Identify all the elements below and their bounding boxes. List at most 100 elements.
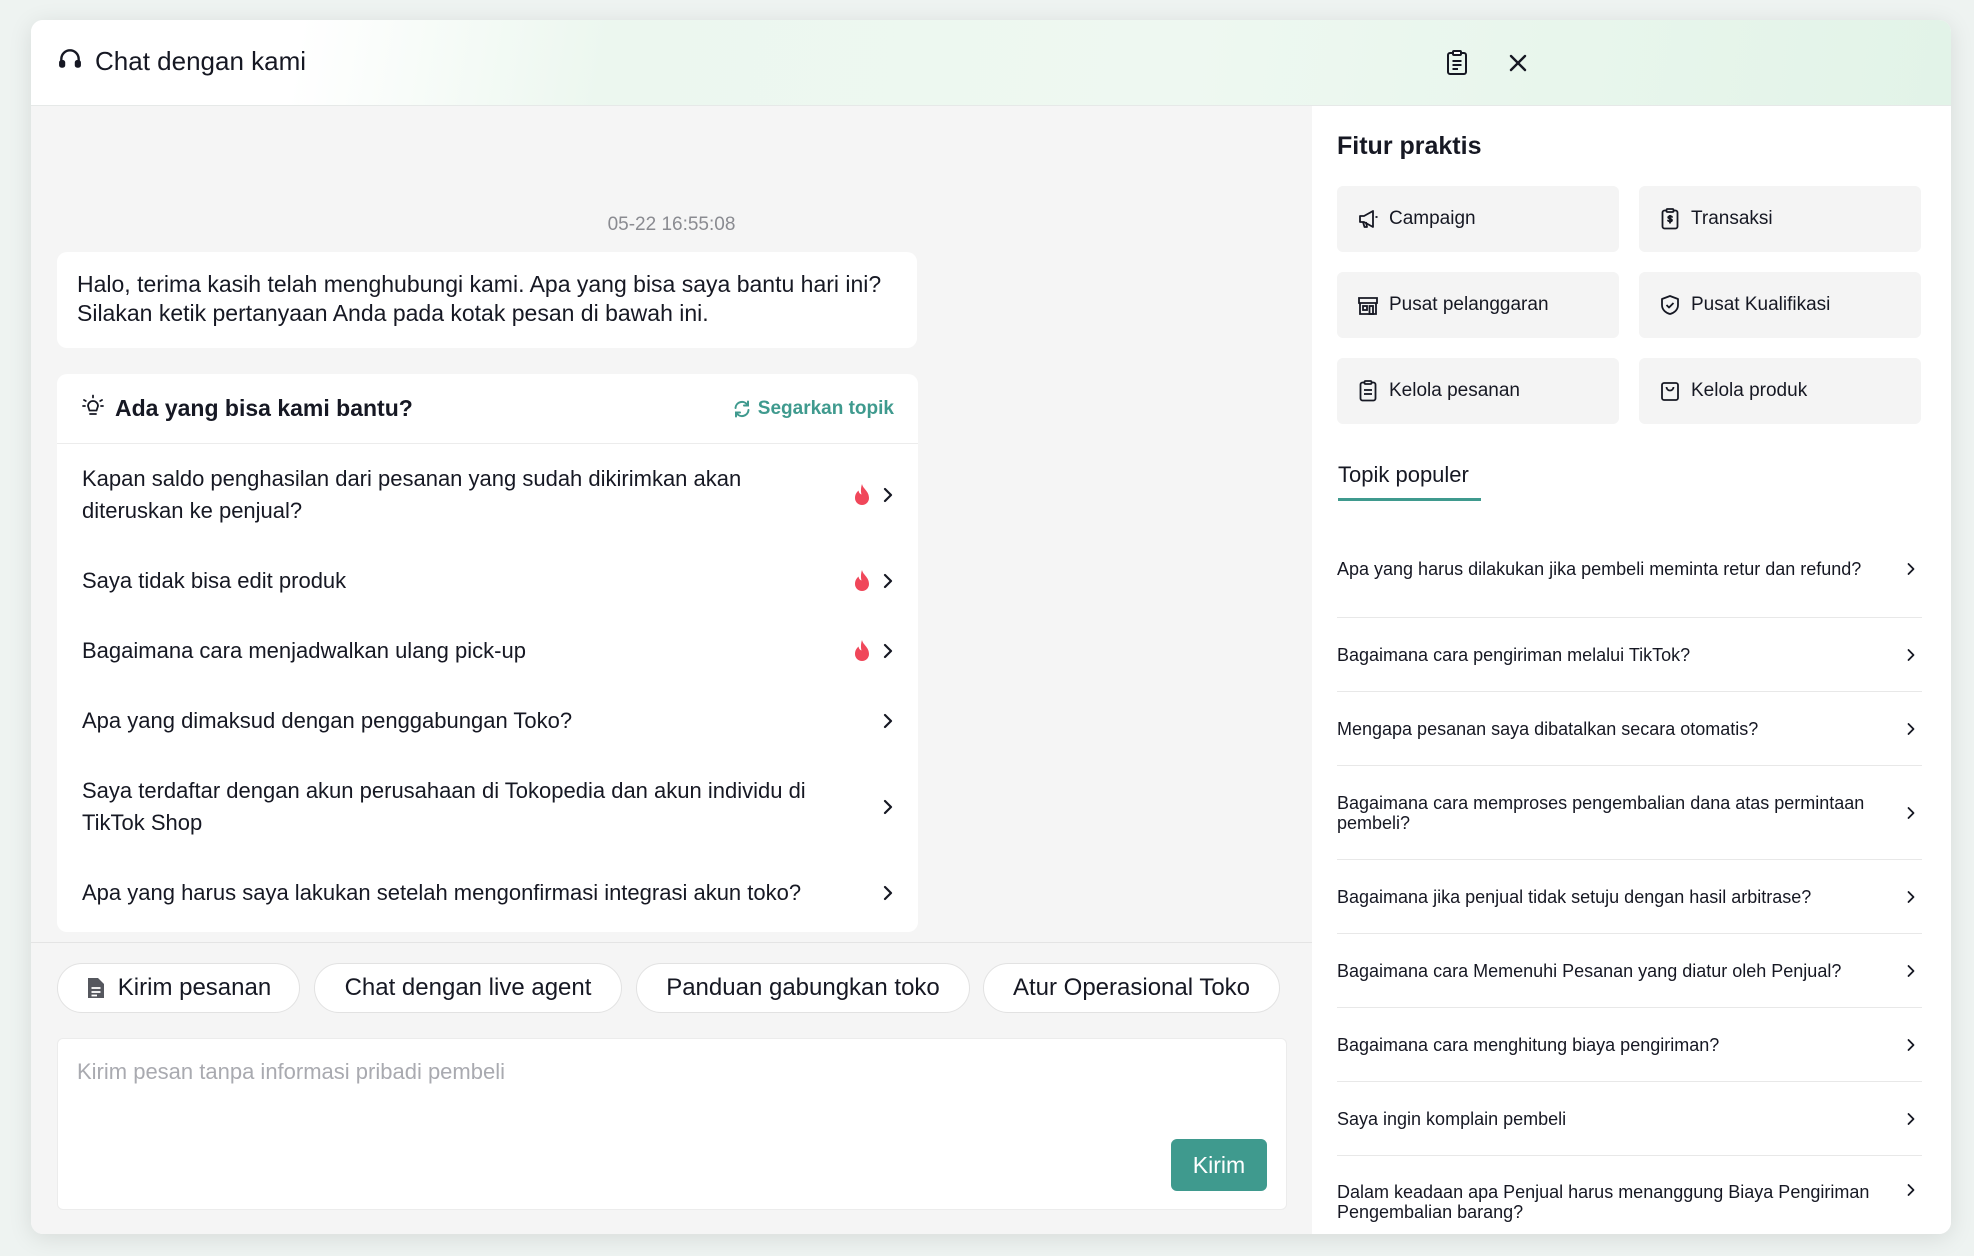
chevron-right-icon [1904, 647, 1918, 663]
quick-action-label: Panduan gabungkan toko [666, 974, 940, 1001]
popular-topic-item[interactable]: Mengapa pesanan saya dibatalkan secara o… [1337, 692, 1922, 766]
chevron-right-icon [1904, 889, 1918, 905]
feature-kelola-produk[interactable]: Kelola produk [1639, 358, 1921, 424]
suggested-question-item[interactable]: Apa yang dimaksud dengan penggabungan To… [57, 686, 918, 756]
header-title-group: Chat dengan kami [57, 46, 306, 77]
feature-label: Pusat Kualifikasi [1691, 294, 1831, 315]
popular-topic-text: Bagaimana cara pengiriman melalui TikTok… [1337, 644, 1691, 665]
chat-window: Chat dengan kami ' ' ' ' ' ' ' 05-22 16:… [31, 20, 1951, 1234]
popular-topic-item[interactable]: Apa yang harus dilakukan jika pembeli me… [1337, 520, 1922, 618]
bag-icon [1661, 382, 1679, 401]
clipboard-list-icon [1447, 50, 1467, 75]
clipboard-icon [1359, 380, 1377, 402]
fire-icon [855, 570, 869, 591]
quick-action-kirim-pesanan[interactable]: Kirim pesanan [57, 963, 300, 1013]
suggested-question-icons [852, 569, 894, 593]
suggested-question-icons [852, 483, 894, 507]
feature-campaign[interactable]: Campaign [1337, 186, 1619, 252]
suggested-question-text: Saya terdaftar dengan akun perusahaan di… [82, 778, 806, 835]
side-panel: Fitur praktis Campaign Transaksi Pusat p… [1312, 106, 1951, 1234]
chevron-right-icon [883, 487, 893, 503]
send-button[interactable]: Kirim [1171, 1139, 1267, 1191]
popular-topic-list: Apa yang harus dilakukan jika pembeli me… [1337, 520, 1922, 1234]
chat-panel: ' ' ' ' ' ' ' 05-22 16:55:08 Halo, terim… [31, 106, 1312, 1234]
chevron-right-icon [1904, 805, 1918, 821]
refresh-topics-label: Segarkan topik [757, 397, 894, 419]
feature-label: Kelola pesanan [1389, 380, 1520, 401]
features-title: Fitur praktis [1337, 132, 1482, 160]
suggested-questions-card: Ada yang bisa kami bantu? Segarkan topik… [57, 374, 918, 932]
suggested-question-item[interactable]: Kapan saldo penghasilan dari pesanan yan… [57, 444, 918, 546]
document-icon [87, 978, 104, 998]
shield-icon [1661, 295, 1679, 315]
popular-topic-item[interactable]: Bagaimana cara Memenuhi Pesanan yang dia… [1337, 934, 1922, 1008]
quick-action-label: Chat dengan live agent [344, 974, 592, 1001]
feature-pusat-pelanggaran[interactable]: Pusat pelanggaran [1337, 272, 1619, 338]
popular-topic-item[interactable]: Bagaimana cara memproses pengembalian da… [1337, 766, 1922, 860]
popular-topic-text: Saya ingin komplain pembeli [1337, 1108, 1567, 1129]
refresh-topics-button[interactable]: Segarkan topik [732, 398, 894, 420]
chevron-right-icon [883, 799, 893, 815]
suggested-question-text: Bagaimana cara menjadwalkan ulang pick-u… [82, 638, 526, 663]
suggested-questions-header: Ada yang bisa kami bantu? Segarkan topik [57, 374, 918, 444]
feature-pusat-kualifikasi[interactable]: Pusat Kualifikasi [1639, 272, 1921, 338]
chevron-right-icon [1904, 1111, 1918, 1127]
chevron-right-icon [1904, 1182, 1918, 1198]
active-tab-indicator [1338, 498, 1481, 501]
headset-icon [57, 46, 83, 77]
feature-transaksi[interactable]: Transaksi [1639, 186, 1921, 252]
popular-topic-text: Bagaimana cara memproses pengembalian da… [1337, 792, 1865, 833]
feature-label: Pusat pelanggaran [1389, 294, 1549, 315]
store-icon [1358, 297, 1378, 315]
feature-kelola-pesanan[interactable]: Kelola pesanan [1337, 358, 1619, 424]
suggested-question-list: Kapan saldo penghasilan dari pesanan yan… [57, 444, 918, 928]
popular-topic-item[interactable]: Dalam keadaan apa Penjual harus menanggu… [1337, 1156, 1922, 1234]
suggested-question-text: Apa yang harus saya lakukan setelah meng… [82, 880, 802, 905]
chevron-right-icon [883, 713, 893, 729]
feature-label: Kelola produk [1691, 380, 1808, 401]
feature-label: Transaksi [1691, 208, 1773, 229]
chevron-right-icon [1904, 721, 1918, 737]
greeting-message: Halo, terima kasih telah menghubungi kam… [57, 252, 917, 348]
popular-topic-item[interactable]: Bagaimana cara pengiriman melalui TikTok… [1337, 618, 1922, 692]
popular-topic-text: Bagaimana cara Memenuhi Pesanan yang dia… [1337, 960, 1842, 981]
popular-topic-text: Dalam keadaan apa Penjual harus menanggu… [1337, 1182, 1870, 1222]
suggested-question-icons [882, 711, 894, 731]
suggested-question-text: Kapan saldo penghasilan dari pesanan yan… [82, 466, 742, 523]
suggested-question-item[interactable]: Saya terdaftar dengan akun perusahaan di… [57, 756, 918, 858]
suggested-question-text: Apa yang dimaksud dengan penggabungan To… [82, 708, 573, 733]
chevron-right-icon [883, 885, 893, 901]
page-title: Chat dengan kami [95, 46, 307, 76]
chevron-right-icon [883, 573, 893, 589]
popular-topic-item[interactable]: Saya ingin komplain pembeli [1337, 1082, 1922, 1156]
close-icon [1509, 54, 1527, 72]
chevron-right-icon [1904, 963, 1918, 979]
suggested-question-item[interactable]: Apa yang harus saya lakukan setelah meng… [57, 858, 918, 928]
suggested-question-item[interactable]: Bagaimana cara menjadwalkan ulang pick-u… [57, 616, 918, 686]
suggested-question-icons [882, 797, 894, 817]
suggested-questions-title: Ada yang bisa kami bantu? [115, 395, 413, 421]
lightbulb-icon [81, 394, 105, 423]
quick-actions-bar: Kirim pesanan Chat dengan live agent Pan… [31, 942, 1312, 1038]
message-timestamp: 05-22 16:55:08 [607, 214, 736, 235]
quick-action-live-agent[interactable]: Chat dengan live agent [314, 963, 622, 1013]
quick-action-label: Atur Operasional Toko [1012, 974, 1251, 1001]
suggested-question-text: Saya tidak bisa edit produk [82, 568, 347, 593]
popular-topic-item[interactable]: Bagaimana cara menghitung biaya pengirim… [1337, 1008, 1922, 1082]
history-button[interactable] [1442, 48, 1472, 78]
quick-action-panduan-gabungkan[interactable]: Panduan gabungkan toko [636, 963, 970, 1013]
window-header: Chat dengan kami [31, 20, 1951, 106]
quick-action-label: Kirim pesanan [117, 974, 272, 1001]
quick-action-atur-operasional[interactable]: Atur Operasional Toko [983, 963, 1280, 1013]
popular-topic-item[interactable]: Bagaimana jika penjual tidak setuju deng… [1337, 860, 1922, 934]
popular-topic-text: Bagaimana cara menghitung biaya pengirim… [1337, 1034, 1720, 1055]
suggested-question-item[interactable]: Saya tidak bisa edit produk [57, 546, 918, 616]
tab-topik-populer[interactable]: Topik populer [1338, 462, 1469, 488]
close-button[interactable] [1503, 48, 1533, 78]
fire-icon [855, 484, 869, 505]
popular-topic-text: Mengapa pesanan saya dibatalkan secara o… [1337, 718, 1759, 739]
chevron-right-icon [883, 643, 893, 659]
message-list[interactable]: ' ' ' ' ' ' ' 05-22 16:55:08 Halo, terim… [31, 106, 1312, 942]
megaphone-icon [1359, 210, 1378, 228]
message-input[interactable] [58, 1039, 1286, 1209]
